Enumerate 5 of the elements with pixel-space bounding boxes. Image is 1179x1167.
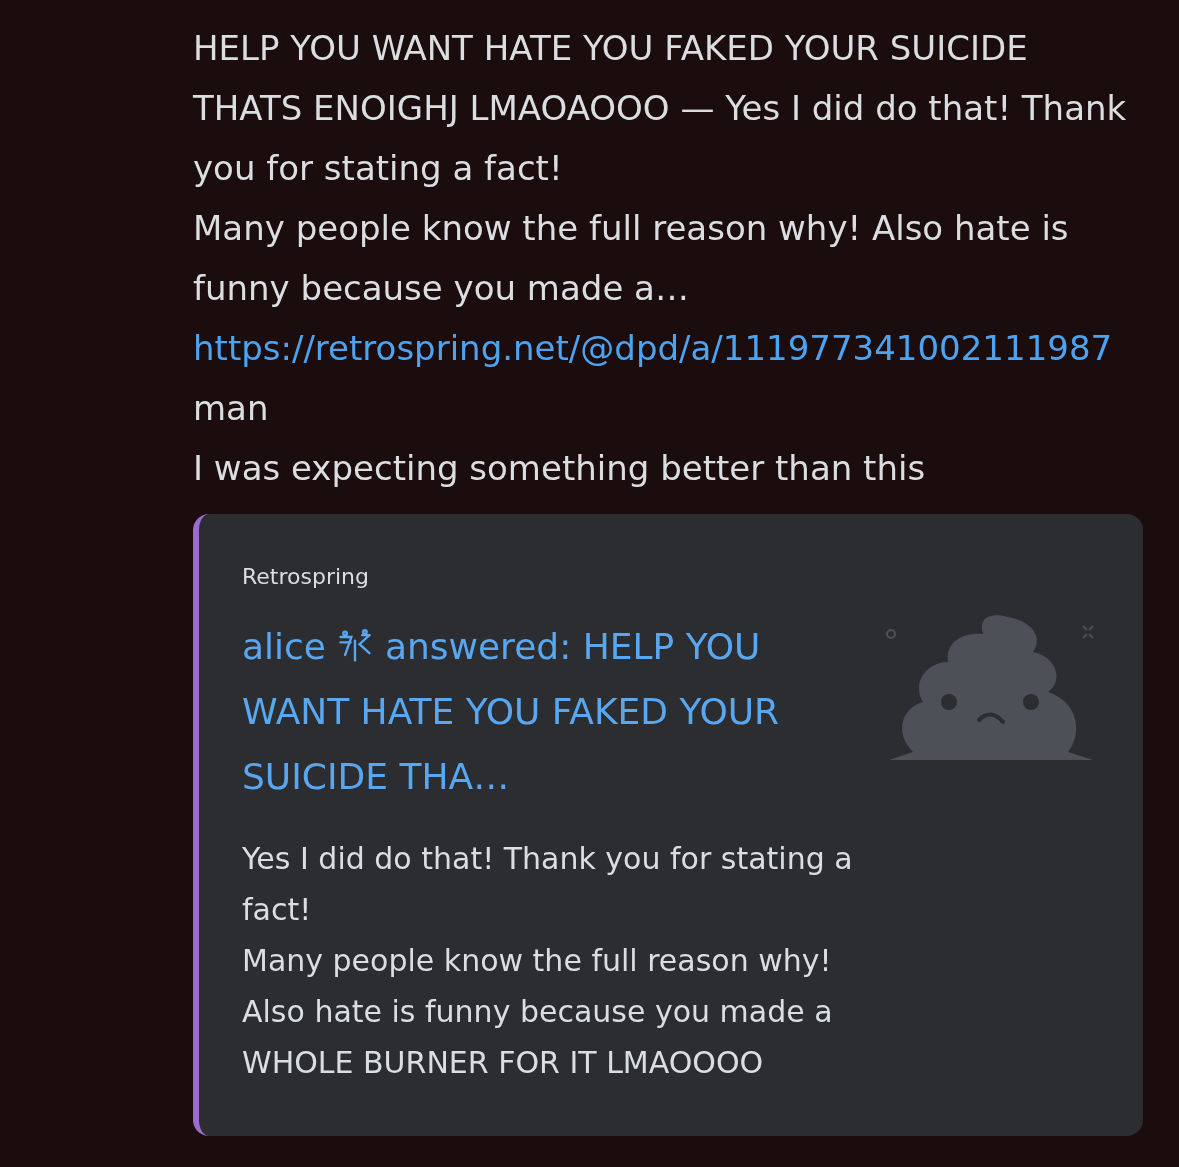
embed-title-link[interactable]: alice answered: HELP YOU WANT HATE YOU FAKED YOUR SUICIDE THA… [242, 614, 853, 809]
message-text: HELP YOU WANT HATE YOU FAKED YOUR SUICIDE THATS ENOIGHJ LMAOAOOO — Yes I did do that! Thank you for stating a fact! Many people know the full reason why! Also hate is funny because you made a… https://retrospring.net/@dpd/a/111977341002111987 man I was expecting something better than this [193, 27, 1128, 490]
message-link[interactable]: https://retrospring.net/@dpd/a/111977341002111987 [193, 328, 1113, 368]
embed-description: Yes I did do that! Thank you for stating a fact! Many people know the full reason why! Also hate is funny because you made a WHOLE BURNER FOR IT LMAOOOO [242, 840, 853, 1082]
embed-provider: Retrospring [242, 563, 370, 591]
